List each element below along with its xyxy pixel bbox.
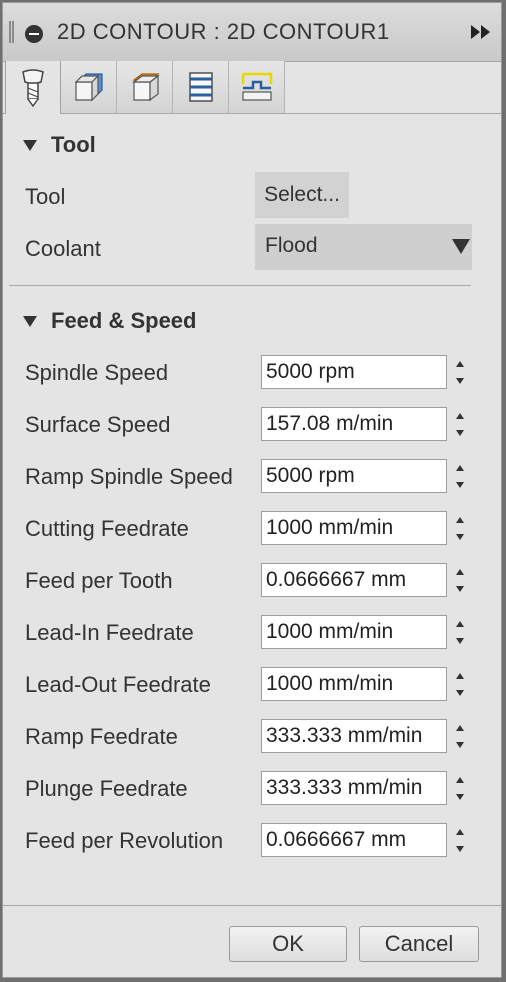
feed-per-tooth-input[interactable] [262, 564, 446, 596]
feed-per-revolution-label: Feed per Revolution [25, 828, 224, 853]
surface-speed-stepper[interactable] [449, 407, 471, 441]
tab-heights[interactable] [117, 61, 173, 113]
surface-speed-label: Surface Speed [25, 412, 171, 437]
lead-in-feedrate-stepper[interactable] [449, 615, 471, 649]
tab-bar [3, 61, 501, 114]
section-divider [9, 285, 471, 286]
plunge-feedrate-input[interactable] [262, 772, 446, 804]
stepper-up-icon[interactable] [449, 459, 471, 476]
stepper-down-icon[interactable] [449, 632, 471, 649]
plunge-feedrate-stepper[interactable] [449, 771, 471, 805]
dropdown-arrow-icon [452, 239, 470, 254]
ramp-feedrate-stepper[interactable] [449, 719, 471, 753]
tab-geometry[interactable] [61, 61, 117, 113]
stepper-down-icon[interactable] [449, 736, 471, 753]
ramp-feedrate-input[interactable] [262, 720, 446, 752]
tool-label: Tool [25, 184, 66, 209]
stepper-up-icon[interactable] [449, 667, 471, 684]
spindle-speed-input[interactable] [262, 356, 446, 388]
coolant-dropdown[interactable]: Flood [255, 224, 472, 270]
lead-in-feedrate-label: Lead-In Feedrate [25, 620, 194, 645]
stepper-down-icon[interactable] [449, 476, 471, 493]
collapse-triangle-icon [23, 315, 37, 327]
select-tool-button[interactable]: Select... [255, 172, 349, 218]
tab-linking[interactable] [229, 61, 285, 113]
ramp-spindle-speed-stepper[interactable] [449, 459, 471, 493]
spindle-speed-stepper[interactable] [449, 355, 471, 389]
ramp-feedrate-label: Ramp Feedrate [25, 724, 178, 749]
feed-speed-section-header[interactable]: Feed & Speed [23, 308, 196, 334]
lead-out-feedrate-label: Lead-Out Feedrate [25, 672, 211, 697]
cutting-feedrate-input[interactable] [262, 512, 446, 544]
stepper-up-icon[interactable] [449, 719, 471, 736]
feed-per-tooth-label: Feed per Tooth [25, 568, 173, 593]
tool-section-title: Tool [51, 132, 96, 157]
cutting-feedrate-field[interactable] [261, 511, 447, 545]
feed-per-tooth-stepper[interactable] [449, 563, 471, 597]
feed-per-revolution-field[interactable] [261, 823, 447, 857]
lead-out-feedrate-field[interactable] [261, 667, 447, 701]
tab-tool[interactable] [5, 61, 61, 114]
operation-dialog: 2D CONTOUR : 2D CONTOUR1 Tool Tool Selec… [2, 2, 502, 978]
plunge-feedrate-label: Plunge Feedrate [25, 776, 188, 801]
stepper-down-icon[interactable] [449, 840, 471, 857]
ok-button[interactable]: OK [229, 926, 347, 962]
feed-per-revolution-stepper[interactable] [449, 823, 471, 857]
stepper-down-icon[interactable] [449, 684, 471, 701]
stepper-up-icon[interactable] [449, 407, 471, 424]
stepper-down-icon[interactable] [449, 372, 471, 389]
collapse-triangle-icon [23, 139, 37, 151]
feed-per-tooth-field[interactable] [261, 563, 447, 597]
stepper-up-icon[interactable] [449, 771, 471, 788]
stepper-down-icon[interactable] [449, 788, 471, 805]
minus-circle-icon[interactable] [25, 25, 43, 43]
stepper-down-icon[interactable] [449, 424, 471, 441]
lead-in-feedrate-field[interactable] [261, 615, 447, 649]
surface-speed-field[interactable] [261, 407, 447, 441]
lead-in-feedrate-input[interactable] [262, 616, 446, 648]
cancel-button[interactable]: Cancel [359, 926, 479, 962]
heights-box-icon [131, 73, 160, 102]
tool-section-header[interactable]: Tool [23, 132, 96, 158]
spindle-speed-label: Spindle Speed [25, 360, 169, 385]
cutting-feedrate-label: Cutting Feedrate [25, 516, 189, 541]
stepper-down-icon[interactable] [449, 580, 471, 597]
dialog-title: 2D CONTOUR : 2D CONTOUR1 [57, 19, 390, 44]
passes-layers-icon [188, 72, 213, 102]
drag-grip-icon[interactable] [9, 21, 14, 43]
stepper-down-icon[interactable] [449, 528, 471, 545]
lead-out-feedrate-stepper[interactable] [449, 667, 471, 701]
spindle-speed-field[interactable] [261, 355, 447, 389]
coolant-label: Coolant [25, 236, 101, 261]
settings-panel: Tool Tool Select... Coolant Flood Feed &… [3, 114, 501, 904]
tab-passes[interactable] [173, 61, 229, 113]
stepper-up-icon[interactable] [449, 511, 471, 528]
feed-speed-section-title: Feed & Speed [51, 308, 197, 333]
endmill-tool-icon [22, 68, 44, 107]
ramp-spindle-speed-field[interactable] [261, 459, 447, 493]
surface-speed-input[interactable] [262, 408, 446, 440]
ramp-feedrate-field[interactable] [261, 719, 447, 753]
geometry-cube-icon [74, 73, 103, 102]
cutting-feedrate-stepper[interactable] [449, 511, 471, 545]
stepper-up-icon[interactable] [449, 615, 471, 632]
linking-path-icon [241, 72, 272, 101]
coolant-value: Flood [265, 234, 318, 257]
double-chevron-right-icon[interactable] [471, 25, 491, 39]
lead-out-feedrate-input[interactable] [262, 668, 446, 700]
stepper-up-icon[interactable] [449, 823, 471, 840]
dialog-footer: OK Cancel [3, 905, 501, 978]
ramp-spindle-speed-input[interactable] [262, 460, 446, 492]
stepper-up-icon[interactable] [449, 563, 471, 580]
stepper-up-icon[interactable] [449, 355, 471, 372]
plunge-feedrate-field[interactable] [261, 771, 447, 805]
ramp-spindle-speed-label: Ramp Spindle Speed [25, 464, 233, 489]
feed-per-revolution-input[interactable] [262, 824, 446, 856]
titlebar[interactable]: 2D CONTOUR : 2D CONTOUR1 [3, 3, 501, 62]
